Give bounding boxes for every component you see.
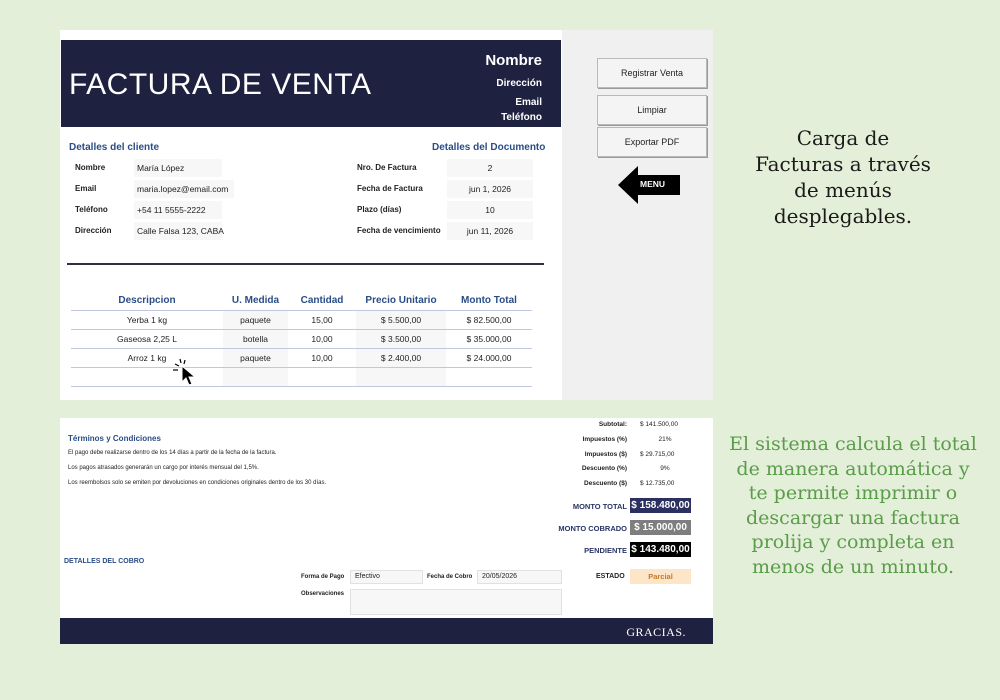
item-total: $ 24.000,00	[446, 348, 532, 368]
payment-method-select[interactable]: Efectivo	[350, 570, 423, 584]
item-total: $ 82.500,00	[446, 310, 532, 330]
items-header-row: Descripcion U. Medida Cantidad Precio Un…	[71, 292, 532, 311]
table-row[interactable]: Gaseosa 2,25 L botella 10,00 $ 3.500,00 …	[71, 329, 532, 349]
item-quantity[interactable]: 10,00	[288, 348, 356, 368]
item-unit-price[interactable]: $ 3.500,00	[356, 329, 446, 349]
subtotal-label: Subtotal:	[598, 421, 627, 428]
collected-amount-label: MONTO COBRADO	[558, 524, 627, 533]
summary-panel: Términos y Condiciones El pago debe real…	[60, 418, 713, 644]
discount-percent-label: Descuento (%)	[581, 465, 627, 472]
header-email: Email	[515, 97, 542, 108]
client-name-field[interactable]: María López	[134, 159, 222, 177]
term-line: Los pagos atrasados generarán un cargo p…	[68, 465, 259, 471]
item-description[interactable]: Arroz 1 kg	[71, 348, 223, 368]
payment-date-field[interactable]: 20/05/2026	[477, 570, 562, 584]
invoice-number-field[interactable]: 2	[447, 159, 533, 177]
section-divider	[67, 263, 544, 265]
item-quantity[interactable]: 15,00	[288, 310, 356, 330]
invoice-header: FACTURA DE VENTA Nombre Dirección Email …	[61, 40, 561, 127]
invoice-number-label: Nro. De Factura	[357, 163, 417, 172]
invoice-date-field[interactable]: jun 1, 2026	[447, 180, 533, 198]
client-address-field[interactable]: Calle Falsa 123, CABA	[134, 222, 224, 240]
notes-field[interactable]	[350, 589, 562, 615]
discount-percent-value[interactable]: 9%	[640, 465, 690, 472]
item-unit[interactable]: botella	[223, 329, 288, 349]
client-name-label: Nombre	[75, 163, 106, 172]
header-address: Dirección	[496, 78, 542, 89]
item-description[interactable]	[71, 367, 223, 387]
header-name: Nombre	[485, 52, 542, 69]
term-line: El pago debe realizarse dentro de los 14…	[68, 450, 277, 456]
client-address-label: Dirección	[75, 226, 112, 235]
invoice-panel: FACTURA DE VENTA Nombre Dirección Email …	[60, 30, 713, 400]
status-badge: Parcial	[630, 569, 691, 584]
item-description[interactable]: Yerba 1 kg	[71, 310, 223, 330]
client-email-label: Email	[75, 184, 97, 193]
subtotal-value: $ 141.500,00	[640, 421, 678, 428]
footer-bar: GRACIAS.	[60, 618, 713, 644]
table-row[interactable]: Yerba 1 kg paquete 15,00 $ 5.500,00 $ 82…	[71, 310, 532, 330]
table-row[interactable]: Arroz 1 kg paquete 10,00 $ 2.400,00 $ 24…	[71, 348, 532, 368]
promo-headline: Carga de Facturas a través de menús desp…	[755, 126, 931, 228]
item-total: $ 35.000,00	[446, 329, 532, 349]
table-row[interactable]	[71, 367, 532, 387]
item-unit-price[interactable]: $ 2.400,00	[356, 348, 446, 368]
collected-amount-value: $ 15.000,00	[630, 520, 691, 535]
header-phone: Teléfono	[501, 112, 542, 123]
client-phone-label: Teléfono	[75, 205, 108, 214]
pending-amount-value: $ 143.480,00	[630, 542, 691, 557]
col-description: Descripcion	[71, 292, 223, 311]
term-days-field[interactable]: 10	[447, 201, 533, 219]
notes-label: Observaciones	[301, 591, 345, 597]
term-days-label: Plazo (días)	[357, 205, 402, 214]
term-line: Los reembolsos solo se emiten por devolu…	[68, 480, 327, 486]
thanks-text: GRACIAS.	[626, 625, 686, 639]
item-description[interactable]: Gaseosa 2,25 L	[71, 329, 223, 349]
invoice-date-label: Fecha de Factura	[357, 184, 423, 193]
tax-amount-value: $ 29.715,00	[640, 451, 675, 458]
terms-title: Términos y Condiciones	[68, 434, 161, 443]
total-amount-value: $ 158.480,00	[630, 498, 691, 513]
item-unit-price[interactable]	[356, 367, 446, 387]
items-table: Descripcion U. Medida Cantidad Precio Un…	[71, 292, 532, 387]
item-unit[interactable]: paquete	[223, 310, 288, 330]
register-sale-button[interactable]: Registrar Venta	[597, 58, 707, 88]
promo-description: El sistema calcula el total de manera au…	[729, 433, 977, 578]
tax-amount-label: Impuestos ($)	[584, 451, 627, 458]
due-date-label: Fecha de vencimiento	[357, 226, 441, 235]
col-quantity: Cantidad	[288, 292, 356, 311]
document-details-title: Detalles del Documento	[432, 142, 546, 153]
col-total: Monto Total	[446, 292, 532, 311]
item-quantity[interactable]	[288, 367, 356, 387]
clear-button[interactable]: Limpiar	[597, 95, 707, 125]
pending-amount-label: PENDIENTE	[584, 546, 627, 555]
item-unit-price[interactable]: $ 5.500,00	[356, 310, 446, 330]
item-unit[interactable]	[223, 367, 288, 387]
payment-method-label: Forma de Pago	[301, 574, 345, 580]
tax-percent-label: Impuestos (%)	[582, 436, 627, 443]
discount-amount-label: Descuento ($)	[584, 480, 627, 487]
item-unit[interactable]: paquete	[223, 348, 288, 368]
payment-date-label: Fecha de Cobro	[427, 574, 473, 580]
menu-button-label[interactable]: MENU	[640, 179, 665, 189]
total-amount-label: MONTO TOTAL	[572, 502, 627, 511]
client-email-field[interactable]: maria.lopez@email.com	[134, 180, 234, 198]
payment-details-title: DETALLES DEL COBRO	[64, 558, 145, 565]
status-label: ESTADO	[596, 573, 625, 580]
invoice-title: FACTURA DE VENTA	[69, 68, 372, 101]
col-unit: U. Medida	[223, 292, 288, 311]
pointer-cursor-icon	[173, 358, 197, 386]
item-quantity[interactable]: 10,00	[288, 329, 356, 349]
tax-percent-value[interactable]: 21%	[640, 436, 690, 443]
col-unit-price: Precio Unitario	[356, 292, 446, 311]
export-pdf-button[interactable]: Exportar PDF	[597, 127, 707, 157]
due-date-field[interactable]: jun 11, 2026	[447, 222, 533, 240]
client-phone-field[interactable]: +54 11 5555-2222	[134, 201, 222, 219]
discount-amount-value: $ 12.735,00	[640, 480, 675, 487]
item-total	[446, 367, 532, 387]
client-details-title: Detalles del cliente	[69, 142, 160, 153]
